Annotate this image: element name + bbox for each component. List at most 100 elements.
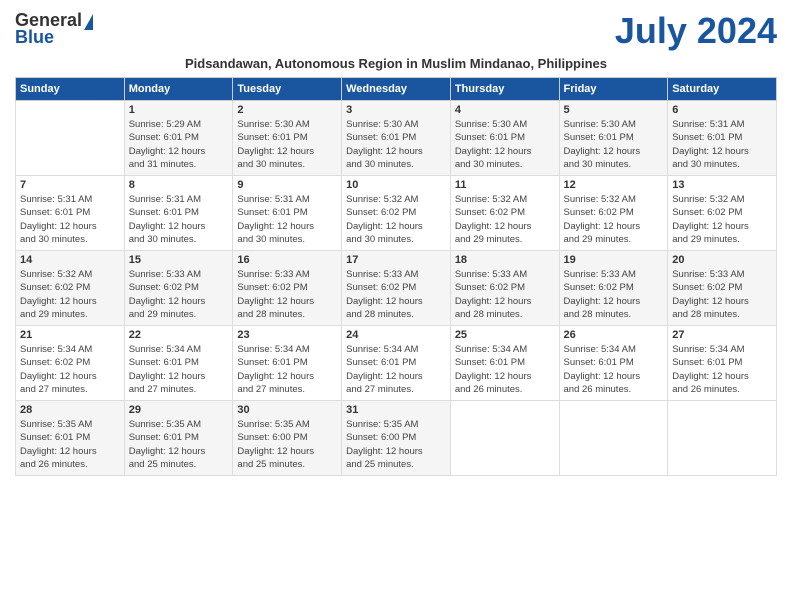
day-detail: Sunrise: 5:31 AMSunset: 6:01 PMDaylight:…	[20, 193, 120, 246]
calendar-cell: 25Sunrise: 5:34 AMSunset: 6:01 PMDayligh…	[450, 326, 559, 401]
calendar-cell: 10 Sunrise: 5:32 AMSunset: 6:02 PMDayligh…	[342, 176, 451, 251]
day-detail: Sunrise: 5:35 AMSunset: 6:01 PMDaylight:…	[20, 418, 120, 471]
day-detail: Sunrise: 5:31 AMSunset: 6:01 PMDaylight:…	[672, 118, 772, 171]
day-number: 16	[237, 254, 337, 266]
day-detail: Sunrise: 5:34 AMSunset: 6:01 PMDaylight:…	[129, 343, 229, 396]
calendar-cell: 21 Sunrise: 5:34 AMSunset: 6:02 PMDayligh…	[16, 326, 125, 401]
calendar-week-row: 14Sunrise: 5:32 AMSunset: 6:02 PMDayligh…	[16, 251, 777, 326]
header-row: SundayMondayTuesdayWednesdayThursdayFrid…	[16, 78, 777, 101]
calendar-cell: 1Sunrise: 5:29 AMSunset: 6:01 PMDaylight…	[124, 101, 233, 176]
weekday-header: Thursday	[450, 78, 559, 101]
calendar-cell: 3Sunrise: 5:30 AMSunset: 6:01 PMDaylight…	[342, 101, 451, 176]
day-number: 2	[237, 104, 337, 116]
calendar-cell: 28 Sunrise: 5:35 AMSunset: 6:01 PMDayligh…	[16, 401, 125, 476]
calendar-cell: 26Sunrise: 5:34 AMSunset: 6:01 PMDayligh…	[559, 326, 668, 401]
day-detail: Sunrise: 5:32 AMSunset: 6:02 PMDaylight:…	[564, 193, 664, 246]
calendar-cell: 16Sunrise: 5:33 AMSunset: 6:02 PMDayligh…	[233, 251, 342, 326]
calendar-cell: 7 Sunrise: 5:31 AMSunset: 6:01 PMDaylight…	[16, 176, 125, 251]
calendar-cell: 27Sunrise: 5:34 AMSunset: 6:01 PMDayligh…	[668, 326, 777, 401]
calendar-week-row: 21 Sunrise: 5:34 AMSunset: 6:02 PMDayligh…	[16, 326, 777, 401]
day-number: 12	[564, 179, 664, 191]
weekday-header: Friday	[559, 78, 668, 101]
day-number: 5	[564, 104, 664, 116]
calendar-cell: 9 Sunrise: 5:31 AMSunset: 6:01 PMDaylight…	[233, 176, 342, 251]
day-number: 31	[346, 404, 446, 416]
calendar-cell	[668, 401, 777, 476]
day-detail: Sunrise: 5:35 AMSunset: 6:00 PMDaylight:…	[237, 418, 337, 471]
day-number: 18	[455, 254, 555, 266]
day-detail: Sunrise: 5:30 AMSunset: 6:01 PMDaylight:…	[564, 118, 664, 171]
day-number: 17	[346, 254, 446, 266]
calendar-cell: 2 Sunrise: 5:30 AMSunset: 6:01 PMDaylight…	[233, 101, 342, 176]
day-number: 10	[346, 179, 446, 191]
day-number: 3	[346, 104, 446, 116]
day-detail: Sunrise: 5:34 AMSunset: 6:01 PMDaylight:…	[455, 343, 555, 396]
day-detail: Sunrise: 5:34 AMSunset: 6:01 PMDaylight:…	[346, 343, 446, 396]
calendar-cell	[16, 101, 125, 176]
weekday-header: Wednesday	[342, 78, 451, 101]
day-detail: Sunrise: 5:30 AMSunset: 6:01 PMDaylight:…	[237, 118, 337, 171]
calendar-cell: 13 Sunrise: 5:32 AMSunset: 6:02 PMDayligh…	[668, 176, 777, 251]
day-detail: Sunrise: 5:33 AMSunset: 6:02 PMDaylight:…	[455, 268, 555, 321]
day-number: 22	[129, 329, 229, 341]
calendar-cell: 4 Sunrise: 5:30 AMSunset: 6:01 PMDaylight…	[450, 101, 559, 176]
day-number: 24	[346, 329, 446, 341]
calendar-cell: 14Sunrise: 5:32 AMSunset: 6:02 PMDayligh…	[16, 251, 125, 326]
day-number: 4	[455, 104, 555, 116]
day-detail: Sunrise: 5:34 AMSunset: 6:01 PMDaylight:…	[237, 343, 337, 396]
calendar-cell: 18 Sunrise: 5:33 AMSunset: 6:02 PMDayligh…	[450, 251, 559, 326]
subtitle: Pidsandawan, Autonomous Region in Muslim…	[15, 56, 777, 71]
calendar-cell: 31Sunrise: 5:35 AMSunset: 6:00 PMDayligh…	[342, 401, 451, 476]
day-number: 15	[129, 254, 229, 266]
weekday-header: Monday	[124, 78, 233, 101]
calendar-cell	[450, 401, 559, 476]
day-number: 11	[455, 179, 555, 191]
calendar-cell: 17 Sunrise: 5:33 AMSunset: 6:02 PMDayligh…	[342, 251, 451, 326]
day-detail: Sunrise: 5:31 AMSunset: 6:01 PMDaylight:…	[129, 193, 229, 246]
calendar-cell: 20 Sunrise: 5:33 AMSunset: 6:02 PMDayligh…	[668, 251, 777, 326]
day-number: 19	[564, 254, 664, 266]
calendar-week-row: 1Sunrise: 5:29 AMSunset: 6:01 PMDaylight…	[16, 101, 777, 176]
calendar-week-row: 28 Sunrise: 5:35 AMSunset: 6:01 PMDayligh…	[16, 401, 777, 476]
day-number: 29	[129, 404, 229, 416]
day-detail: Sunrise: 5:35 AMSunset: 6:01 PMDaylight:…	[129, 418, 229, 471]
day-number: 6	[672, 104, 772, 116]
calendar-cell: 29 Sunrise: 5:35 AMSunset: 6:01 PMDayligh…	[124, 401, 233, 476]
calendar-cell: 24 Sunrise: 5:34 AMSunset: 6:01 PMDayligh…	[342, 326, 451, 401]
day-number: 20	[672, 254, 772, 266]
logo: General Blue	[15, 10, 95, 48]
day-detail: Sunrise: 5:30 AMSunset: 6:01 PMDaylight:…	[455, 118, 555, 171]
calendar-cell: 11 Sunrise: 5:32 AMSunset: 6:02 PMDayligh…	[450, 176, 559, 251]
logo-blue-text: Blue	[15, 27, 54, 48]
day-number: 14	[20, 254, 120, 266]
month-title: July 2024	[615, 10, 777, 52]
day-detail: Sunrise: 5:29 AMSunset: 6:01 PMDaylight:…	[129, 118, 229, 171]
day-number: 13	[672, 179, 772, 191]
calendar-cell: 5 Sunrise: 5:30 AMSunset: 6:01 PMDaylight…	[559, 101, 668, 176]
calendar-cell: 15Sunrise: 5:33 AMSunset: 6:02 PMDayligh…	[124, 251, 233, 326]
day-number: 26	[564, 329, 664, 341]
calendar-cell	[559, 401, 668, 476]
day-detail: Sunrise: 5:33 AMSunset: 6:02 PMDaylight:…	[672, 268, 772, 321]
day-detail: Sunrise: 5:33 AMSunset: 6:02 PMDaylight:…	[346, 268, 446, 321]
day-detail: Sunrise: 5:32 AMSunset: 6:02 PMDaylight:…	[346, 193, 446, 246]
day-detail: Sunrise: 5:32 AMSunset: 6:02 PMDaylight:…	[672, 193, 772, 246]
day-number: 8	[129, 179, 229, 191]
day-number: 23	[237, 329, 337, 341]
calendar-cell: 30 Sunrise: 5:35 AMSunset: 6:00 PMDayligh…	[233, 401, 342, 476]
calendar-week-row: 7 Sunrise: 5:31 AMSunset: 6:01 PMDaylight…	[16, 176, 777, 251]
day-detail: Sunrise: 5:33 AMSunset: 6:02 PMDaylight:…	[564, 268, 664, 321]
day-detail: Sunrise: 5:31 AMSunset: 6:01 PMDaylight:…	[237, 193, 337, 246]
day-number: 9	[237, 179, 337, 191]
weekday-header: Saturday	[668, 78, 777, 101]
day-detail: Sunrise: 5:34 AMSunset: 6:02 PMDaylight:…	[20, 343, 120, 396]
day-number: 21	[20, 329, 120, 341]
calendar-cell: 6 Sunrise: 5:31 AMSunset: 6:01 PMDaylight…	[668, 101, 777, 176]
day-detail: Sunrise: 5:32 AMSunset: 6:02 PMDaylight:…	[455, 193, 555, 246]
day-number: 7	[20, 179, 120, 191]
logo-triangle-icon	[84, 14, 93, 30]
calendar-cell: 23 Sunrise: 5:34 AMSunset: 6:01 PMDayligh…	[233, 326, 342, 401]
day-number: 30	[237, 404, 337, 416]
day-number: 28	[20, 404, 120, 416]
calendar-cell: 8 Sunrise: 5:31 AMSunset: 6:01 PMDaylight…	[124, 176, 233, 251]
